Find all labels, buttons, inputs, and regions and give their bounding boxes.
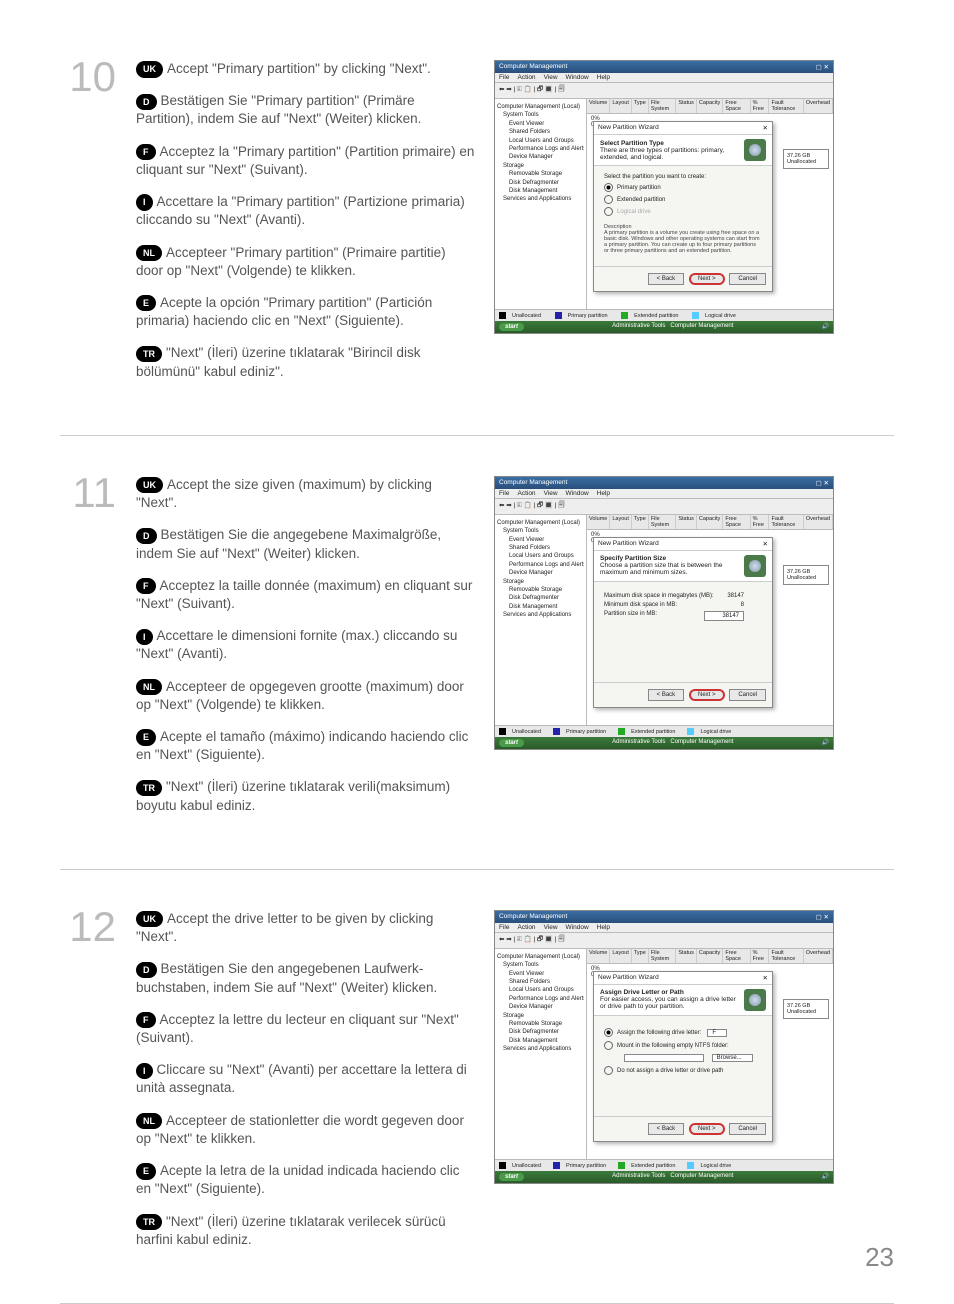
disk-icon (744, 139, 766, 161)
text-tr: "Next" (İleri) üzerine tıklatarak "Birin… (136, 345, 420, 378)
lang-badge-i: I (136, 194, 153, 210)
back-button[interactable]: < Back (648, 689, 685, 701)
next-button[interactable]: Next > (689, 1123, 725, 1135)
radio-extended[interactable]: Extended partition (604, 195, 762, 204)
screenshot-step10: Computer Management ▢ ✕ FileActionViewWin… (494, 60, 894, 395)
page-number: 23 (865, 1242, 894, 1273)
max-size-value: 38147 (727, 593, 744, 599)
menubar[interactable]: FileActionViewWindowHelp (495, 73, 833, 83)
wizard-subtext: There are three types of partitions: pri… (600, 147, 724, 161)
screenshot-step11: Computer Management▢ ✕ FileActionViewWin… (494, 476, 894, 829)
text-d: Bestätigen Sie "Primary partition" (Prim… (136, 93, 421, 126)
back-button[interactable]: < Back (648, 1123, 685, 1135)
new-partition-wizard: New Partition Wizard ✕ Select Partition T… (593, 121, 773, 292)
disk-graphic: 37.26 GBUnallocated (783, 149, 829, 171)
computer-management-window: Computer Management▢ ✕ FileActionViewWin… (494, 910, 834, 1184)
disk-icon (744, 989, 766, 1011)
next-button[interactable]: Next > (689, 689, 725, 701)
back-button[interactable]: < Back (648, 273, 685, 285)
lang-badge-uk: UK (136, 61, 163, 77)
text-uk: Accept "Primary partition" by clicking "… (167, 61, 431, 76)
step-12: 12 UKAccept the drive letter to be given… (60, 910, 894, 1304)
min-size-value: 8 (741, 602, 744, 608)
radio-mount-folder[interactable]: Mount in the following empty NTFS folder… (604, 1041, 762, 1050)
instructions-column: UK Accept "Primary partition" by clicking… (136, 60, 476, 395)
toolbar[interactable]: ⬅ ➡ | 🗉 📋 | 🗗 🔳 | 🗐 (495, 83, 833, 99)
nav-tree[interactable]: Computer Management (Local) System Tools… (495, 99, 587, 309)
drive-letter-select[interactable]: F (707, 1029, 727, 1037)
text-f: Acceptez la "Primary partition" (Partiti… (136, 144, 474, 177)
new-partition-wizard: New Partition Wizard✕ Specify Partition … (593, 537, 773, 708)
lang-badge-d: D (136, 94, 157, 110)
window-titlebar: Computer Management ▢ ✕ (495, 61, 833, 73)
disk-columns: VolumeLayoutTypeFile SystemStatusCapacit… (587, 99, 833, 114)
cancel-button[interactable]: Cancel (729, 1123, 766, 1135)
lang-badge-f: F (136, 144, 156, 160)
step-11: 11 UKAccept the size given (maximum) by … (60, 476, 894, 870)
desc-text: A primary partition is a volume you crea… (604, 230, 762, 254)
cancel-button[interactable]: Cancel (729, 689, 766, 701)
screenshot-step12: Computer Management▢ ✕ FileActionViewWin… (494, 910, 894, 1263)
lang-badge-nl: NL (136, 245, 162, 261)
radio-no-assign[interactable]: Do not assign a drive letter or drive pa… (604, 1066, 762, 1075)
close-icon[interactable]: ✕ (763, 974, 768, 982)
step-number: 10 (60, 56, 116, 395)
step-10: 10 UKAccept "Primary partition" by click… (60, 60, 894, 436)
close-icon[interactable]: ✕ (763, 540, 768, 548)
window-title: Computer Management (499, 63, 567, 71)
legend: Unallocated Primary partition Extended p… (495, 309, 833, 321)
step-number: 12 (60, 906, 116, 1263)
browse-button[interactable]: Browse... (712, 1054, 753, 1062)
partition-size-input[interactable]: 38147 (704, 611, 744, 621)
start-button[interactable]: start (499, 323, 524, 331)
close-icon[interactable]: ✕ (763, 124, 768, 132)
disk-icon (744, 555, 766, 577)
new-partition-wizard: New Partition Wizard✕ Assign Drive Lette… (593, 971, 773, 1142)
lang-badge-e: E (136, 295, 156, 311)
wizard-prompt: Select the partition you want to create: (604, 174, 762, 180)
cancel-button[interactable]: Cancel (729, 273, 766, 285)
computer-management-window: Computer Management▢ ✕ FileActionViewWin… (494, 476, 834, 750)
text-i: Accettare la "Primary partition" (Partiz… (136, 194, 465, 227)
instructions-column: UKAccept the size given (maximum) by cli… (136, 476, 476, 829)
text-nl: Accepteer "Primary partition" (Primaire … (136, 245, 446, 278)
radio-primary[interactable]: Primary partition (604, 183, 762, 192)
instructions-column: UKAccept the drive letter to be given by… (136, 910, 476, 1263)
wizard-title: New Partition Wizard (598, 124, 659, 132)
window-controls[interactable]: ▢ ✕ (816, 63, 829, 71)
radio-assign-letter[interactable]: Assign the following drive letter:F (604, 1028, 762, 1037)
radio-logical: Logical drive (604, 207, 762, 216)
lang-badge-tr: TR (136, 346, 162, 362)
wizard-heading: Select Partition Type (600, 140, 738, 147)
step-number: 11 (60, 472, 116, 829)
taskbar[interactable]: startAdministrative Tools Computer Manag… (495, 321, 833, 333)
text-e: Acepte la opción "Primary partition" (Pa… (136, 295, 432, 328)
computer-management-window: Computer Management ▢ ✕ FileActionViewWin… (494, 60, 834, 334)
next-button[interactable]: Next > (689, 273, 725, 285)
